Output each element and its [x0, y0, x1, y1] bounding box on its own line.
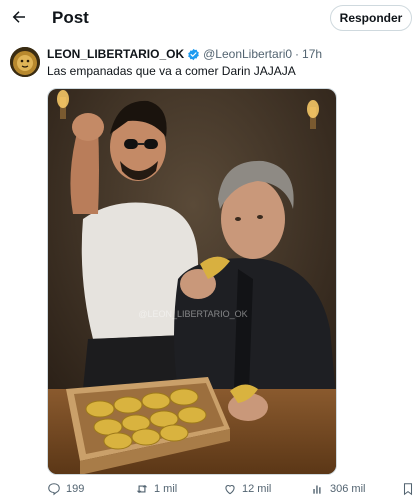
tweet-text: Las empanadas que va a comer Darin JAJAJ…	[47, 64, 296, 78]
timestamp[interactable]: 17h	[302, 47, 322, 61]
avatar[interactable]	[10, 47, 40, 77]
bookmark-icon	[403, 483, 413, 496]
empanadas-photo: @LEON_LIBERTARIO_OK	[48, 89, 336, 474]
arrow-left-icon[interactable]	[10, 8, 28, 26]
reply-action[interactable]: 199	[47, 482, 84, 496]
reply-count: 199	[66, 483, 85, 495]
lion-avatar-image	[10, 47, 40, 77]
user-handle[interactable]: @LeonLibertari0	[203, 47, 292, 61]
tweet-header: LEON_LIBERTARIO_OK @LeonLibertari0 · 17h	[47, 46, 322, 62]
page-title: Post	[52, 8, 89, 27]
retweet-count: 1 mil	[154, 483, 178, 495]
like-count: 12 mil	[242, 483, 272, 495]
image-watermark: @LEON_LIBERTARIO_OK	[138, 309, 247, 319]
views-action[interactable]: 306 mil	[311, 482, 365, 496]
tweet-image[interactable]: @LEON_LIBERTARIO_OK	[47, 88, 337, 475]
tweet-actions-bar: 199 1 mil 12 mil 306 mil	[47, 482, 420, 500]
display-name[interactable]: LEON_LIBERTARIO_OK	[47, 47, 184, 61]
top-bar: Post Responder	[0, 0, 420, 40]
heart-icon	[225, 485, 235, 495]
bar-chart-icon	[313, 485, 321, 494]
bookmark-action[interactable]	[401, 482, 415, 496]
reply-button[interactable]: Responder	[330, 5, 412, 31]
retweet-icon	[136, 484, 148, 494]
retweet-action[interactable]: 1 mil	[135, 482, 177, 496]
verified-badge-icon	[188, 48, 199, 60]
view-count: 306 mil	[330, 483, 366, 495]
separator-dot: ·	[295, 47, 300, 61]
comment-icon	[48, 483, 60, 496]
like-action[interactable]: 12 mil	[223, 482, 271, 496]
